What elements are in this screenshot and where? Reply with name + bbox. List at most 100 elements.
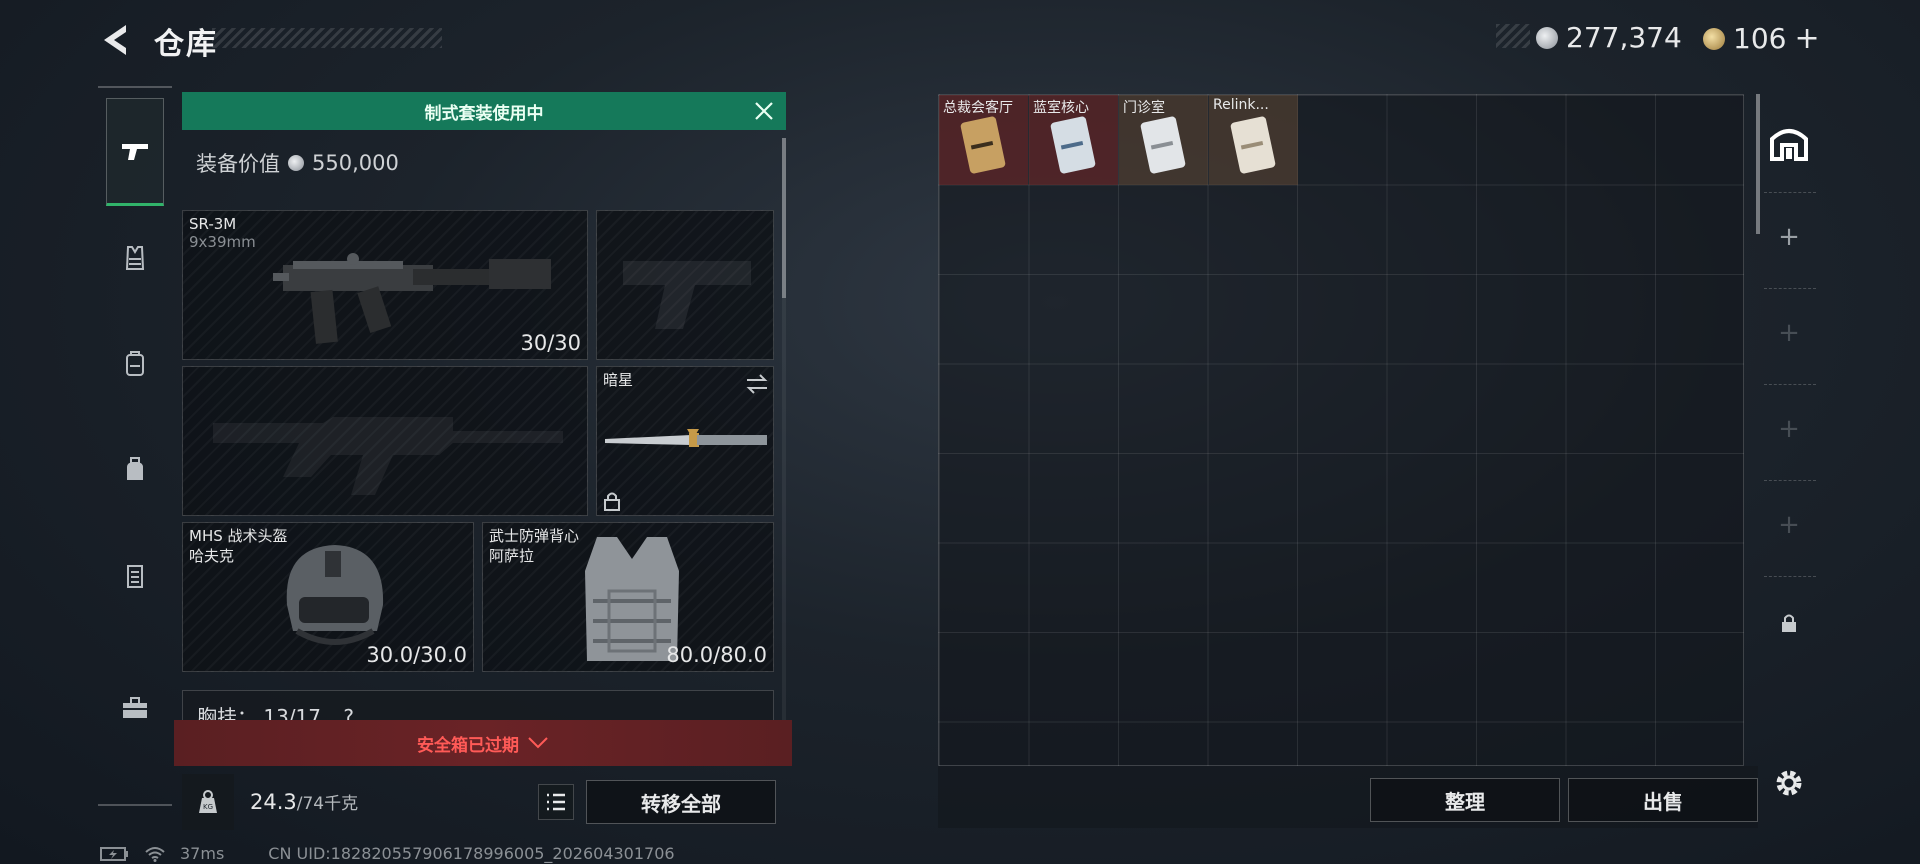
equipment-scrollbar-thumb[interactable] <box>782 138 786 298</box>
category-toolbox-tab[interactable] <box>106 654 164 762</box>
back-arrow-icon[interactable] <box>98 22 132 58</box>
title-decoration <box>212 28 442 48</box>
lock-icon <box>1782 614 1796 632</box>
storage-footer: 整理 出售 <box>938 766 1758 828</box>
close-icon[interactable] <box>752 99 776 123</box>
weight-row: KG 24.3/74千克 转移全部 <box>182 774 786 830</box>
sell-button[interactable]: 出售 <box>1568 778 1758 822</box>
organize-button[interactable]: 整理 <box>1370 778 1560 822</box>
swap-icon[interactable] <box>745 373 769 395</box>
toolbox-icon <box>123 697 147 718</box>
tab-divider <box>1764 384 1816 385</box>
locked-storage-tab[interactable] <box>1764 598 1814 648</box>
plus-icon: + <box>1778 318 1800 348</box>
currency-silver: 277,374 <box>1536 21 1682 54</box>
equipment-panel: 制式套装使用中 装备价值 550,000 SR-3M 9x39mm 30/30 <box>174 92 792 832</box>
helmet-slot[interactable]: MHS 战术头盔 哈夫克 30.0/30.0 <box>182 522 474 672</box>
silver-coin-icon <box>288 155 304 171</box>
container-icon <box>127 565 143 588</box>
category-sidebar <box>98 86 172 806</box>
category-bag-tab[interactable] <box>106 416 164 524</box>
storage-item[interactable]: 门诊室 <box>1119 95 1208 185</box>
lock-icon <box>604 492 620 511</box>
uid-text: CN UID:182820557906178996005_20260430170… <box>268 844 675 863</box>
equipment-value-amount: 550,000 <box>312 151 399 175</box>
knife-icon <box>605 429 767 447</box>
storage-item[interactable]: 蓝室核心 <box>1029 95 1118 185</box>
melee-name: 暗星 <box>603 371 634 389</box>
currency-gold[interactable]: 106 + <box>1703 21 1820 56</box>
secondary-weapon-slot[interactable] <box>182 366 588 516</box>
safe-box-expired-text: 安全箱已过期 <box>417 735 519 756</box>
weight-current: 24.3 <box>250 790 297 814</box>
storage-grid[interactable]: 总裁会客厅 蓝室核心 门诊室 Relink... <box>938 94 1744 766</box>
pistol-icon <box>122 144 148 160</box>
keycard-icon <box>1050 116 1096 174</box>
rifle-silhouette-icon <box>213 417 563 495</box>
add-storage-tab-4[interactable]: + <box>1764 500 1814 550</box>
add-storage-tab-3[interactable]: + <box>1764 404 1814 454</box>
primary-weapon-slot[interactable]: SR-3M 9x39mm 30/30 <box>182 210 588 360</box>
primary-weapon-ammo: 30/30 <box>520 331 581 355</box>
loadout-banner: 制式套装使用中 <box>182 92 786 130</box>
add-storage-tab-1[interactable]: + <box>1764 212 1814 262</box>
bag-icon <box>127 457 143 480</box>
weight-max: /74千克 <box>296 794 359 814</box>
category-armor-tab[interactable] <box>106 204 164 312</box>
storage-item[interactable]: 总裁会客厅 <box>939 95 1028 185</box>
category-backpack-tab[interactable] <box>106 310 164 418</box>
keycard-icon <box>960 116 1006 174</box>
storage-house-icon <box>1770 129 1808 161</box>
battery-icon <box>100 846 128 861</box>
svg-text:KG: KG <box>203 803 213 811</box>
plus-icon: + <box>1778 510 1800 540</box>
vest-slot[interactable]: 武士防弹背心 阿萨拉 80.0/80.0 <box>482 522 774 672</box>
tab-divider <box>1764 576 1816 577</box>
equipment-value-label: 装备价值 <box>196 152 280 176</box>
keycard-icon <box>1140 116 1186 174</box>
keycard-icon <box>1230 116 1276 174</box>
vest-icon <box>125 246 145 270</box>
helmet-brand: 哈夫克 <box>189 547 235 565</box>
helmet-durability: 30.0/30.0 <box>366 643 467 667</box>
add-currency-button[interactable]: + <box>1794 21 1819 56</box>
gold-coin-icon <box>1703 27 1725 50</box>
category-container-tab[interactable] <box>106 522 164 630</box>
status-bar: 37ms CN UID:182820557906178996005_202604… <box>100 844 675 863</box>
wifi-icon <box>145 846 165 862</box>
list-icon <box>547 793 565 811</box>
category-weapons-tab[interactable] <box>106 98 164 206</box>
tab-divider <box>1764 480 1816 481</box>
storage-main-tab[interactable] <box>1764 118 1814 168</box>
equipment-value: 装备价值 550,000 <box>196 148 399 178</box>
rifle-icon <box>273 253 551 344</box>
currency-gold-value: 106 <box>1733 22 1787 55</box>
vest-brand: 阿萨拉 <box>489 547 535 565</box>
add-storage-tab-2[interactable]: + <box>1764 308 1814 358</box>
primary-weapon-caliber: 9x39mm <box>189 233 256 251</box>
storage-item[interactable]: Relink... <box>1209 95 1298 185</box>
transfer-all-button[interactable]: 转移全部 <box>586 780 776 824</box>
silver-coin-icon <box>1536 26 1558 49</box>
list-view-button[interactable] <box>538 784 574 820</box>
chevron-down-icon <box>528 737 548 749</box>
pistol-silhouette-icon <box>623 261 751 329</box>
weight-display: 24.3/74千克 <box>250 789 358 814</box>
backpack-icon <box>126 351 144 376</box>
melee-slot[interactable]: 暗星 <box>596 366 774 516</box>
weight-icon: KG <box>182 774 234 830</box>
pistol-slot[interactable] <box>596 210 774 360</box>
ping-text: 37ms <box>180 844 225 863</box>
plus-icon: + <box>1778 222 1800 252</box>
currency-decoration <box>1496 24 1530 48</box>
vest-durability: 80.0/80.0 <box>666 643 767 667</box>
storage-scrollbar-thumb[interactable] <box>1756 94 1760 234</box>
gear-icon <box>1776 770 1802 796</box>
page-title: 仓库 <box>154 27 218 62</box>
loadout-banner-text: 制式套装使用中 <box>424 103 544 124</box>
settings-button[interactable] <box>1764 758 1814 808</box>
storage-item-name: Relink... <box>1213 97 1269 113</box>
tab-divider <box>1764 288 1816 289</box>
safe-box-expired-bar[interactable]: 安全箱已过期 <box>174 720 792 766</box>
tab-divider <box>1764 192 1816 193</box>
